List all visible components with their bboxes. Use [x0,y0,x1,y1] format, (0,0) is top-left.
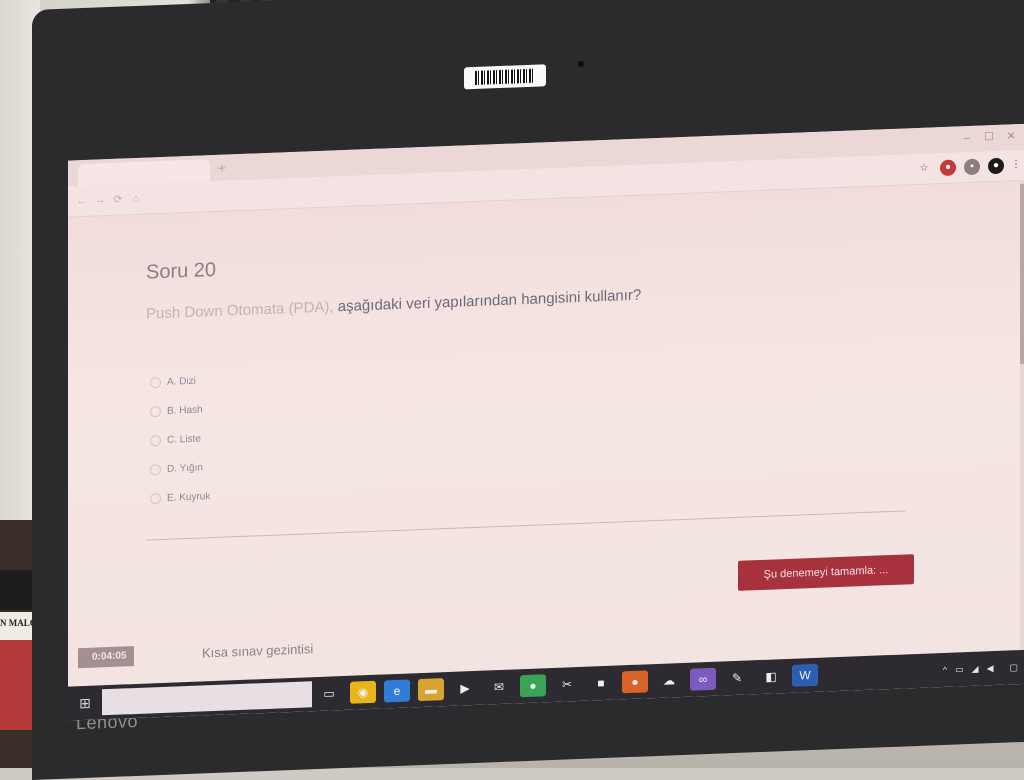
profile-icon[interactable]: ● [988,157,1004,175]
radio-button[interactable] [150,464,161,476]
record-icon[interactable]: ● [940,159,956,177]
radio-button[interactable] [150,377,161,389]
new-tab-button[interactable]: + [218,160,238,177]
mail-icon[interactable]: ✉ [486,676,512,699]
forward-icon[interactable]: → [92,192,108,209]
question-text-main: aşağıdaki veri yapılarından hangisini ku… [333,286,642,316]
wifi-icon[interactable]: ◢ [972,663,979,674]
app-orange-icon[interactable]: ● [622,670,648,694]
extensions-icon[interactable]: ▪ [964,158,980,176]
media-icon[interactable]: ▶ [452,677,478,700]
question-content: Soru 20 Push Down Otomata (PDA), aşağıda… [146,192,926,682]
battery-icon[interactable]: ▭ [955,664,964,675]
question-info [146,289,212,299]
screen: + – ☐ ✕ ← → ⟳ ⌂ ☆ ● ▪ ● ⋮ Soru 20 Push D… [68,123,1024,721]
chrome-icon[interactable]: ◉ [350,680,376,704]
radio-button[interactable] [150,493,161,505]
webcam [578,60,584,68]
question-text-prefix: Push Down Otomata (PDA), [146,298,334,323]
app-tools-icon[interactable]: ✂ [554,673,580,696]
taskbar-search-input[interactable] [102,681,312,716]
file-explorer-icon[interactable]: ▬ [418,678,444,702]
laptop: Lenovo + – ☐ ✕ ← → ⟳ ⌂ ☆ ● ▪ ● ⋮ Soru 20 [32,0,1024,780]
word-icon[interactable]: W [792,663,818,687]
barcode-sticker [464,64,546,90]
windows-start-icon[interactable]: ⊞ [68,685,102,720]
system-tray: ^ ▭ ◢ ◀ ▢ [943,661,1024,675]
notifications-icon[interactable]: ▢ [1009,662,1018,673]
option-d[interactable]: D. Yığın [150,462,203,476]
minimize-button[interactable]: – [958,130,976,147]
option-c[interactable]: C. Liste [150,434,201,447]
option-label: A. Dizi [167,375,196,388]
option-label: E. Kuyruk [167,491,211,504]
home-icon[interactable]: ⌂ [128,191,144,208]
finish-attempt-button[interactable]: Şu denemeyi tamamla: ... [738,554,914,591]
radio-button[interactable] [150,406,161,418]
close-button[interactable]: ✕ [1002,128,1020,145]
option-e[interactable]: E. Kuyruk [150,491,211,505]
tray-chevron-icon[interactable]: ^ [943,665,947,675]
timer-value: 0:04:05 [92,650,127,663]
volume-icon[interactable]: ◀ [987,663,994,674]
task-view-icon[interactable]: ▭ [316,682,342,705]
option-label: D. Yığın [167,462,203,475]
app-office-icon[interactable]: ■ [588,672,614,695]
app-cloud-icon[interactable]: ☁ [656,669,682,692]
barcode [475,68,535,85]
question-text: Push Down Otomata (PDA), aşağıdaki veri … [146,287,641,323]
maximize-button[interactable]: ☐ [980,129,998,146]
divider [146,510,906,541]
app-paint-icon[interactable]: ✎ [724,666,750,689]
option-label: C. Liste [167,433,201,446]
time-left-badge: 0:04:05 [78,646,135,669]
back-icon[interactable]: ← [74,193,90,210]
star-icon[interactable]: ☆ [916,160,932,177]
app-green-icon[interactable]: ● [520,674,546,698]
edge-icon[interactable]: e [384,679,410,703]
visual-studio-icon[interactable]: ∞ [690,667,716,691]
scroll-thumb[interactable] [1020,183,1024,365]
app-audio-icon[interactable]: ◧ [758,665,784,688]
reload-icon[interactable]: ⟳ [110,191,126,208]
radio-button[interactable] [150,435,161,447]
option-b[interactable]: B. Hash [150,404,203,418]
option-label: B. Hash [167,404,203,417]
menu-icon[interactable]: ⋮ [1008,157,1024,174]
question-number: Soru 20 [146,258,217,284]
option-a[interactable]: A. Dizi [150,376,196,389]
